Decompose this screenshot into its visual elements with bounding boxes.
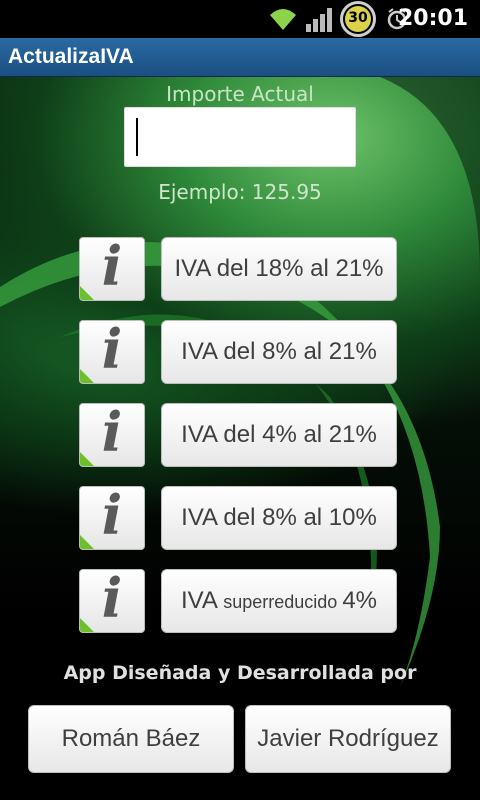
status-bar: 30 20:01 bbox=[0, 0, 480, 38]
info-button-2[interactable]: i bbox=[79, 320, 145, 384]
info-button-3[interactable]: i bbox=[79, 403, 145, 467]
corner-accent bbox=[80, 618, 94, 632]
battery-level: 30 bbox=[348, 10, 368, 26]
vat-8-to-21-button[interactable]: IVA del 8% al 21% bbox=[161, 320, 397, 384]
credits-text: App Diseñada y Desarrollada por bbox=[63, 662, 417, 684]
corner-accent bbox=[80, 452, 94, 466]
status-time: 20:01 bbox=[397, 6, 468, 31]
vat-8-to-10-button[interactable]: IVA del 8% al 10% bbox=[161, 486, 397, 550]
app-title: ActualizaIVA bbox=[8, 45, 134, 68]
battery-icon: 30 bbox=[340, 1, 376, 37]
label-small: superreducido bbox=[223, 592, 343, 612]
corner-accent bbox=[80, 535, 94, 549]
info-button-1[interactable]: i bbox=[79, 237, 145, 301]
vat-4-to-21-button[interactable]: IVA del 4% al 21% bbox=[161, 403, 397, 467]
text-cursor bbox=[136, 118, 138, 156]
label-prefix: IVA bbox=[180, 587, 217, 614]
info-button-4[interactable]: i bbox=[79, 486, 145, 550]
author-javier-button[interactable]: Javier Rodríguez bbox=[245, 705, 451, 773]
signal-icon bbox=[306, 8, 332, 32]
wifi-icon bbox=[270, 9, 296, 30]
title-bar: ActualizaIVA bbox=[0, 38, 480, 77]
label-suffix: 4% bbox=[342, 587, 377, 614]
corner-accent bbox=[80, 369, 94, 383]
author-roman-button[interactable]: Román Báez bbox=[28, 705, 234, 773]
amount-example: Ejemplo: 125.95 bbox=[158, 180, 322, 204]
corner-accent bbox=[80, 286, 94, 300]
info-button-5[interactable]: i bbox=[79, 569, 145, 633]
amount-label: Importe Actual bbox=[166, 82, 314, 106]
vat-superreduced-button[interactable]: IVA superreducido 4% bbox=[161, 569, 397, 633]
vat-18-to-21-button[interactable]: IVA del 18% al 21% bbox=[161, 237, 397, 301]
amount-input[interactable] bbox=[124, 107, 356, 167]
